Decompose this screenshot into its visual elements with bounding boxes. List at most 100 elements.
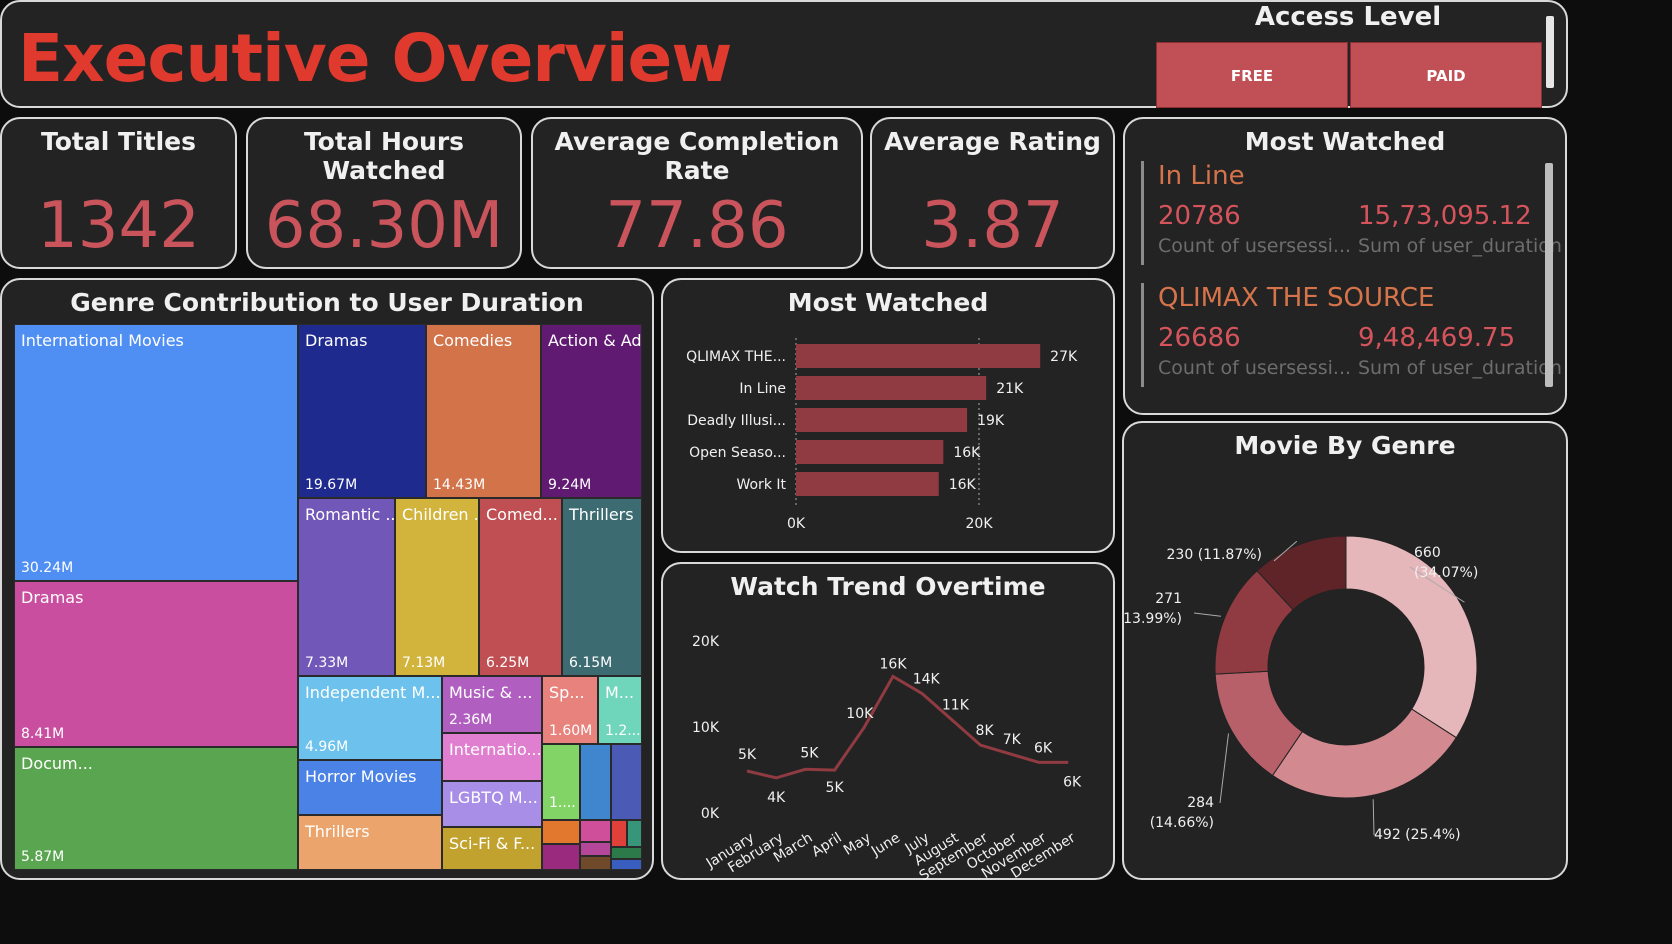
leader-line	[1193, 612, 1221, 617]
treemap-tile[interactable]	[580, 744, 611, 820]
treemap-tile[interactable]	[627, 820, 642, 847]
header-card: Executive Overview Access Level FREE PAI…	[0, 0, 1568, 108]
kpi-title: Total Hours Watched	[303, 127, 465, 185]
kpi-value: 1342	[37, 189, 200, 263]
point-data-label: 8K	[976, 723, 995, 739]
tile-label: Romantic ...	[305, 505, 395, 524]
tile-value: 8.41M	[21, 726, 65, 742]
treemap-tile[interactable]: LGBTQ M...	[442, 781, 542, 827]
point-data-label: 11K	[942, 697, 970, 713]
tile-value: 6.25M	[486, 655, 530, 671]
x-tick-label: June	[868, 830, 903, 860]
treemap-tile[interactable]	[580, 856, 611, 870]
treemap-tile[interactable]	[611, 820, 627, 847]
treemap-tile[interactable]: Romantic ... 7.33M	[298, 498, 395, 676]
treemap-tile[interactable]	[580, 820, 611, 842]
treemap-tile[interactable]: Music & ... 2.36M	[442, 676, 542, 733]
tile-label: Independent M...	[305, 683, 441, 702]
treemap-tile[interactable]: Docum... 5.87M	[14, 747, 298, 870]
treemap-tile[interactable]	[611, 847, 642, 859]
treemap-tile[interactable]: Thrillers	[298, 815, 442, 870]
bar	[796, 376, 987, 400]
x-tick-label: 20K	[966, 516, 994, 532]
item-sum: 15,73,095.12	[1358, 201, 1532, 231]
kpi-title: Average Rating	[884, 127, 1101, 156]
treemap-tile[interactable]: Horror Movies	[298, 760, 442, 815]
tile-label: Sp...	[549, 683, 585, 702]
treemap-card: Genre Contribution to User Duration Inte…	[0, 278, 654, 880]
bar	[796, 472, 939, 496]
treemap-tile[interactable]	[611, 859, 642, 870]
tile-label: International Movies	[21, 331, 184, 350]
scrollbar[interactable]	[1546, 16, 1554, 88]
slice-label: 230 (11.87%)	[1167, 547, 1262, 563]
treemap-tile[interactable]: Dramas 19.67M	[298, 324, 426, 498]
treemap-tile[interactable]: Children ... 7.13M	[395, 498, 479, 676]
free-button[interactable]: FREE	[1156, 42, 1348, 108]
tile-label: Dramas	[21, 588, 84, 607]
tile-label: Dramas	[305, 331, 368, 350]
bar	[796, 344, 1041, 368]
treemap-tile[interactable]: Sci-Fi & F...	[442, 827, 542, 870]
point-data-label: 7K	[1003, 732, 1022, 748]
tile-value: 1.60M	[549, 723, 593, 739]
bar	[796, 408, 968, 432]
point-data-label: 5K	[738, 747, 757, 763]
bar-category-label: QLIMAX THE...	[686, 349, 786, 365]
point-data-label: 16K	[880, 656, 908, 672]
bar-chart-title: Most Watched	[787, 288, 989, 317]
slice-label: 284	[1187, 795, 1214, 811]
point-data-label: 5K	[826, 780, 845, 796]
treemap-tile[interactable]: 1....	[542, 744, 580, 820]
trend-line	[746, 674, 1069, 780]
treemap-tile[interactable]: Comed... 6.25M	[479, 498, 562, 676]
kpi-value: 68.30M	[264, 189, 504, 263]
treemap-tile[interactable]	[580, 842, 611, 856]
slice-label: 660	[1414, 545, 1441, 561]
treemap-tile[interactable]	[611, 744, 642, 820]
treemap-tile[interactable]: Internatio...	[442, 733, 542, 781]
line-chart: 0K10K20K5KJanuary4KFebruary5KMarch5KApri…	[692, 634, 1082, 880]
item-count-label: Count of usersessi...	[1158, 235, 1352, 257]
kpi-title: Average Completion Rate	[554, 127, 840, 185]
kpi-title: Total Titles	[41, 127, 196, 156]
access-level-label: Access Level	[1254, 2, 1442, 32]
tile-value: 30.24M	[21, 560, 74, 576]
scrollbar[interactable]	[1545, 163, 1553, 387]
treemap-tile[interactable]: Sp... 1.60M	[542, 676, 598, 744]
y-tick-label: 10K	[692, 720, 720, 736]
treemap-tile[interactable]: Independent M... 4.96M	[298, 676, 442, 760]
treemap-tile[interactable]: Action & Adv... 9.24M	[541, 324, 642, 498]
line-chart-card: Watch Trend Overtime 0K 10K 20K 5K January 4K…	[661, 562, 1115, 880]
bar-category-label: In Line	[739, 381, 786, 397]
treemap-tile[interactable]: Dramas 8.41M	[14, 581, 298, 747]
tile-label: Action & Adv...	[548, 331, 642, 350]
paid-button[interactable]: PAID	[1350, 42, 1542, 108]
treemap-tile[interactable]: M... 1.2...	[598, 676, 642, 744]
treemap-tile[interactable]: Comedies 14.43M	[426, 324, 541, 498]
treemap-tile[interactable]	[542, 820, 580, 844]
tile-label: Thrillers	[305, 822, 370, 841]
donut-chart-title: Movie By Genre	[1234, 431, 1456, 460]
kpi-value: 77.86	[605, 189, 789, 263]
treemap-tile[interactable]: International Movies 30.24M	[14, 324, 298, 581]
item-sum: 9,48,469.75	[1358, 323, 1516, 353]
tile-value: 19.67M	[305, 477, 358, 493]
point-data-label: 10K	[846, 706, 874, 722]
bar-data-label: 19K	[977, 413, 1005, 429]
treemap-tile[interactable]	[542, 844, 580, 870]
most-watched-item[interactable]: QLIMAX THE SOURCE 26686 9,48,469.75 Coun…	[1141, 283, 1562, 387]
point-data-label: 5K	[800, 745, 819, 761]
slice-label: 492 (25.4%)	[1374, 827, 1461, 843]
page-title: Executive Overview	[18, 20, 732, 97]
item-name: In Line	[1158, 161, 1245, 191]
tile-label: Docum...	[21, 754, 93, 773]
tile-label: M...	[605, 683, 635, 702]
bar-data-label: 21K	[996, 381, 1024, 397]
treemap-tile[interactable]: Thrillers 6.15M	[562, 498, 642, 676]
point-data-label: 14K	[913, 672, 941, 688]
most-watched-item[interactable]: In Line 20786 15,73,095.12 Count of user…	[1141, 161, 1562, 265]
donut-chart: 660 (34.07%) 492 (25.4%) 284 (14.66%) 271 (13.…	[1124, 535, 1478, 843]
kpi-total-hours: Total Hours Watched 68.30M	[246, 117, 522, 269]
bar-data-label: 27K	[1050, 349, 1078, 365]
